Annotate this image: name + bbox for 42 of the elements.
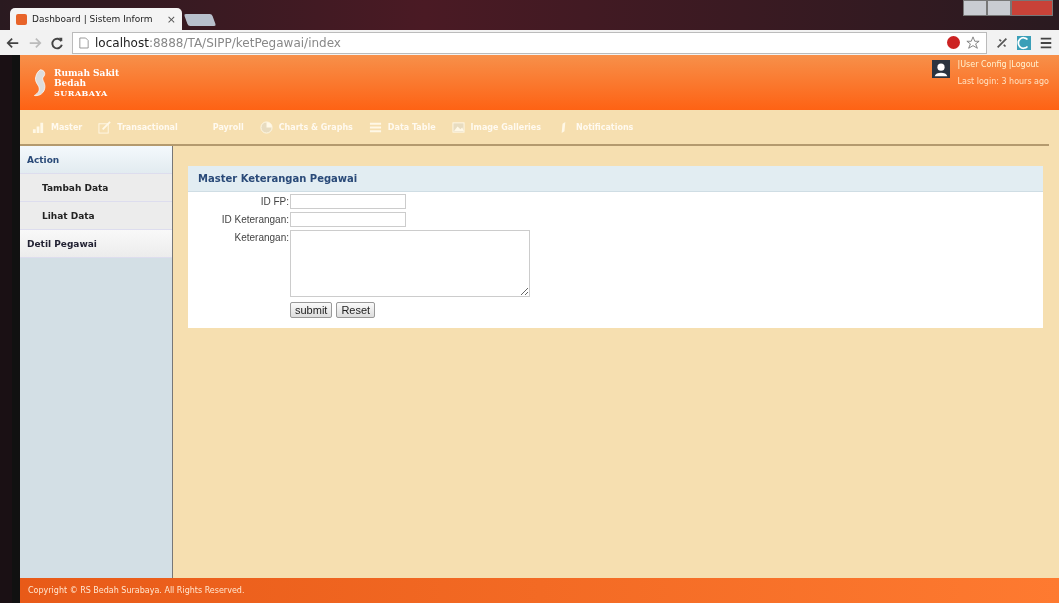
favicon-icon <box>16 13 27 25</box>
input-field[interactable] <box>290 212 406 227</box>
star-icon[interactable] <box>966 35 980 50</box>
field-label: ID Keterangan: <box>220 213 289 227</box>
new-tab-button[interactable] <box>183 14 217 26</box>
last-login-text: Last login: 3 hours ago <box>957 77 1049 86</box>
extension-icon[interactable] <box>1017 35 1031 50</box>
sidebar-item[interactable]: Action <box>20 146 172 174</box>
browser-tab[interactable]: Dashboard | Sistem Inform × <box>10 8 182 30</box>
form-title: Master Keterangan Pegawai <box>198 173 358 184</box>
menu-icon[interactable] <box>1039 35 1053 50</box>
form-button[interactable]: submit <box>290 302 333 318</box>
user-avatar-icon <box>931 60 950 78</box>
sidebar-item[interactable]: Detil Pegawai <box>20 230 172 258</box>
list-icon <box>368 120 382 134</box>
input-field[interactable] <box>290 194 406 209</box>
sidebar-item[interactable]: Tambah Data <box>20 174 172 202</box>
field-label: Keterangan: <box>233 231 289 245</box>
maximize-button[interactable] <box>987 0 1011 16</box>
bar-chart-icon <box>32 120 45 134</box>
sidebar-item[interactable]: Lihat Data <box>20 202 172 230</box>
adblock-icon[interactable] <box>947 36 960 49</box>
copyright-text: Copyright © RS Bedah Surabaya. All Rights Reserved. <box>28 586 245 595</box>
field-label: ID FP: <box>259 195 289 209</box>
minimize-button[interactable] <box>963 0 987 16</box>
page-icon <box>79 36 89 49</box>
url-text: localhost:8888/TA/SIPP/ketPegawai/index <box>95 35 341 50</box>
image-icon <box>451 120 465 134</box>
close-button[interactable]: × <box>166 12 176 26</box>
address-field[interactable]: localhost:8888/TA/SIPP/ketPegawai/index <box>72 31 987 54</box>
form-button[interactable]: Reset <box>336 302 376 318</box>
tab-title: Dashboard | Sistem Inform <box>32 14 154 24</box>
textarea-field[interactable] <box>290 230 530 297</box>
reload-icon[interactable] <box>50 35 64 50</box>
logo-text: SURABAYA <box>54 87 109 98</box>
forward-icon[interactable] <box>28 35 42 50</box>
extension-icon[interactable] <box>995 35 1009 50</box>
pie-chart-icon <box>259 120 273 134</box>
logo-text: Bedah <box>54 77 87 88</box>
back-icon[interactable] <box>6 35 20 50</box>
logo-text: Rumah Sakit <box>54 67 120 78</box>
edit-icon <box>98 120 112 134</box>
